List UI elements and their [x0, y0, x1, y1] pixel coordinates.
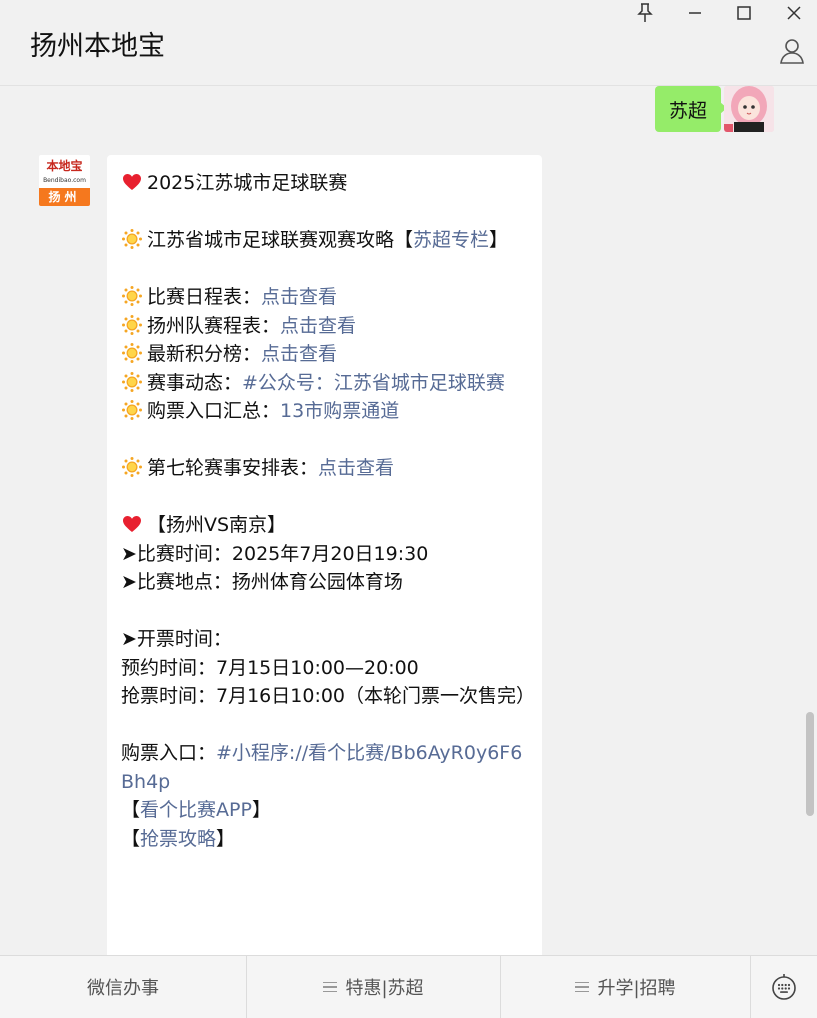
item-link[interactable]: 点击查看 — [280, 315, 356, 337]
reserve-time: 预约时间：7月15日10:00—20:00 — [121, 656, 419, 679]
bottom-menu: 微信办事 特惠|苏超 升学|招聘 — [0, 955, 817, 1018]
round7-line: 第七轮赛事安排表：点击查看 — [121, 454, 528, 483]
list-item: 赛事动态：#公众号：江苏省城市足球联赛 — [121, 369, 528, 398]
maximize-icon[interactable] — [719, 0, 769, 26]
item-link[interactable]: 点击查看 — [261, 343, 337, 365]
my-avatar[interactable] — [724, 86, 774, 132]
round7-link[interactable]: 点击查看 — [318, 457, 394, 479]
item-label: 比赛日程表： — [147, 286, 262, 308]
item-link[interactable]: 13市购票通道 — [280, 400, 399, 422]
my-message-bubble[interactable]: 苏超 — [654, 86, 728, 132]
article-title: 2025江苏城市足球联赛 — [147, 172, 348, 194]
pin-icon[interactable] — [620, 0, 670, 26]
chat-header: 扬州本地宝 — [0, 0, 817, 86]
close-icon[interactable] — [769, 0, 817, 26]
item-link[interactable]: 点击查看 — [261, 286, 337, 308]
chat-area[interactable]: 苏超 本地宝 Bendibao.com 扬州 2025江苏城市足球联赛 江苏省城… — [0, 86, 817, 955]
item-label: 赛事动态： — [147, 371, 243, 394]
menu-icon — [323, 979, 338, 996]
strategy-prefix: 【 — [121, 827, 141, 850]
tab-education-jobs[interactable]: 升学|招聘 — [501, 956, 751, 1018]
sun-icon — [122, 371, 142, 392]
app-link[interactable]: 看个比赛APP — [140, 799, 252, 821]
sun-icon — [122, 229, 142, 249]
list-item: 比赛日程表：点击查看 — [121, 283, 528, 312]
keyboard-icon[interactable] — [751, 956, 817, 1018]
round7-label: 第七轮赛事安排表： — [147, 457, 319, 479]
tab-deals[interactable]: 特惠|苏超 — [247, 956, 501, 1018]
guide-prefix: 江苏省城市足球联赛观赛攻略【 — [147, 229, 414, 251]
minimize-icon[interactable] — [670, 0, 720, 26]
app-prefix: 【 — [121, 799, 141, 821]
article-title-line: 2025江苏城市足球联赛 — [121, 169, 528, 198]
sun-icon — [122, 400, 142, 420]
ticket-heading: ➤开票时间： — [121, 628, 232, 650]
logo-text: 本地宝 — [46, 159, 83, 173]
tab-label: 微信办事 — [87, 978, 159, 999]
bot-avatar[interactable]: 本地宝 Bendibao.com 扬州 — [39, 155, 90, 206]
app-line: 【看个比赛APP】 — [121, 796, 528, 825]
logo-url: Bendibao.com — [43, 177, 86, 184]
item-label: 扬州队赛程表： — [147, 314, 281, 337]
match-title-line: 【扬州VS南京】 — [121, 511, 528, 540]
match-time: ➤比赛时间：2025年7月20日19:30 — [121, 542, 429, 565]
grab-time: 抢票时间：7月16日10:00（本轮门票一次售完） — [121, 685, 536, 707]
app-suffix: 】 — [251, 799, 271, 821]
chat-title: 扬州本地宝 — [30, 31, 165, 62]
buy-prefix: 购票入口： — [121, 742, 217, 764]
heart-icon — [123, 174, 141, 190]
item-label: 购票入口汇总： — [147, 400, 281, 422]
tab-label: 升学|招聘 — [597, 978, 676, 999]
match-venue: ➤比赛地点：扬州体育公园体育场 — [121, 571, 403, 593]
strategy-line: 【抢票攻略】 — [121, 825, 528, 854]
menu-icon — [575, 979, 590, 996]
tab-label: 特惠|苏超 — [345, 978, 424, 999]
strategy-link[interactable]: 抢票攻略 — [140, 828, 216, 850]
my-message-text: 苏超 — [668, 99, 707, 122]
sun-icon — [122, 286, 142, 306]
scrollbar-thumb[interactable] — [806, 712, 814, 816]
buy-line: 购票入口：#小程序://看个比赛/Bb6AyR0y6F6Bh4p — [121, 739, 528, 796]
list-item: 扬州队赛程表：点击查看 — [121, 312, 528, 341]
list-item: 最新积分榜：点击查看 — [121, 340, 528, 369]
list-item: 购票入口汇总：13市购票通道 — [121, 397, 528, 426]
strategy-suffix: 】 — [216, 827, 236, 850]
chat-scrollbar[interactable] — [805, 86, 814, 955]
heart-icon — [123, 516, 141, 532]
guide-link[interactable]: 苏超专栏 — [413, 229, 489, 251]
sun-icon — [122, 343, 142, 363]
guide-line: 江苏省城市足球联赛观赛攻略【苏超专栏】 — [121, 226, 528, 255]
item-label: 最新积分榜： — [147, 343, 262, 365]
tab-wechat-services[interactable]: 微信办事 — [0, 956, 247, 1018]
bot-message-bubble[interactable]: 2025江苏城市足球联赛 江苏省城市足球联赛观赛攻略【苏超专栏】 比赛日程表：点… — [107, 155, 542, 955]
item-link[interactable]: #公众号：江苏省城市足球联赛 — [242, 372, 505, 394]
guide-suffix: 】 — [489, 229, 509, 251]
sun-icon — [122, 457, 142, 477]
user-icon[interactable] — [777, 36, 807, 66]
match-title: 【扬州VS南京】 — [147, 514, 287, 536]
sun-icon — [122, 314, 142, 335]
logo-city: 扬州 — [39, 188, 90, 206]
